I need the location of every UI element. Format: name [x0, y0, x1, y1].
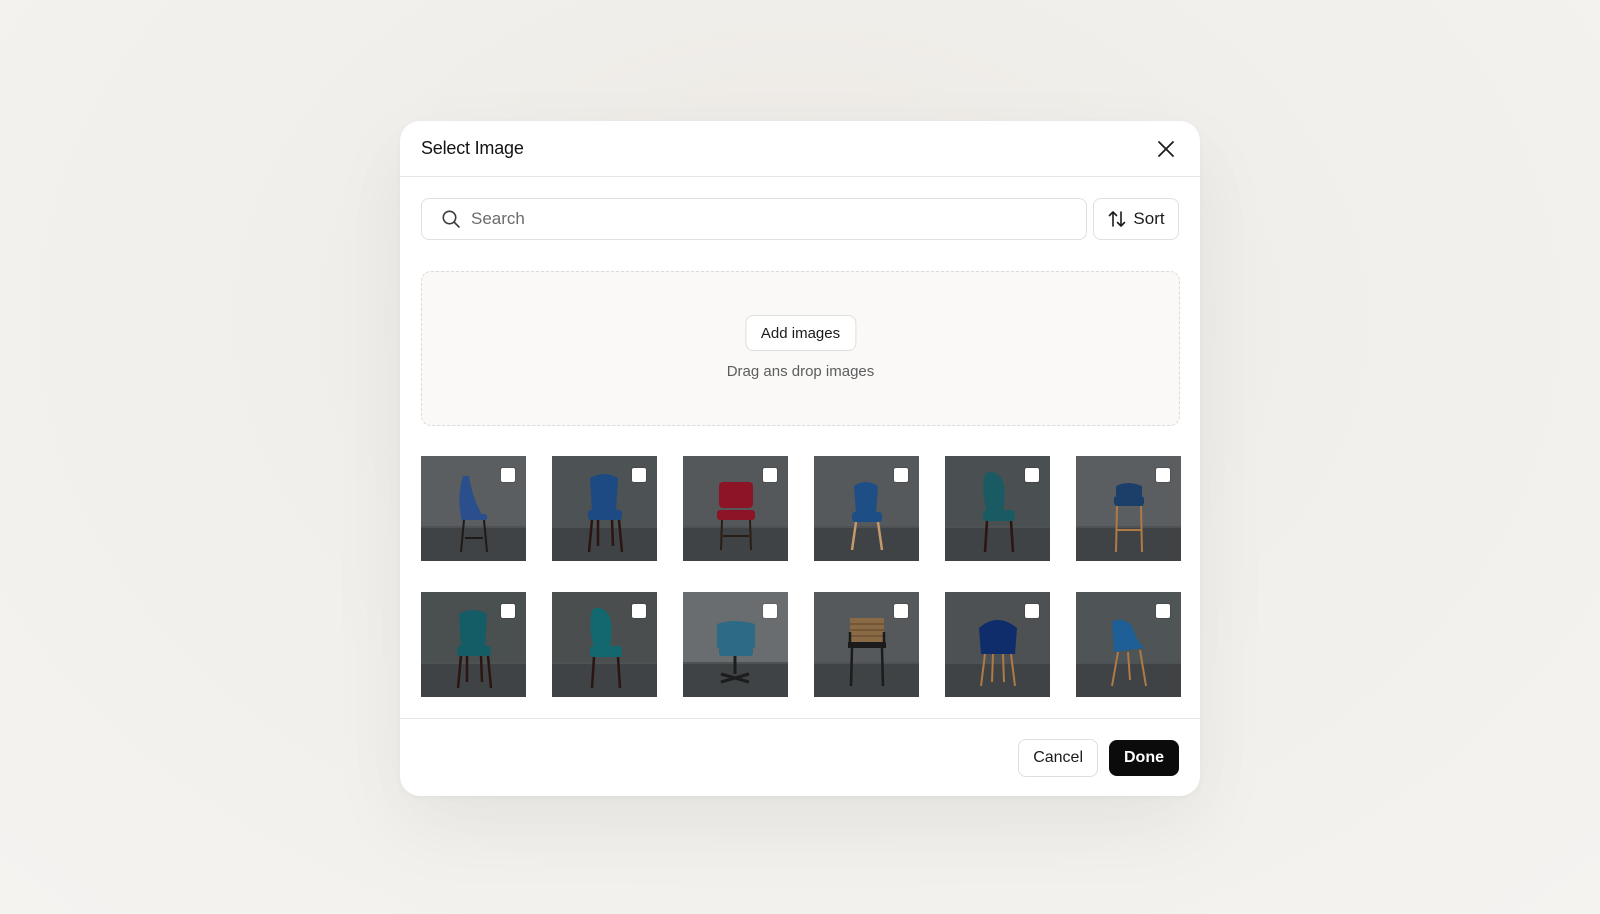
- add-images-button[interactable]: Add images: [744, 315, 857, 351]
- sort-label: Sort: [1133, 209, 1165, 228]
- dialog-header: Select Image: [400, 121, 1200, 177]
- image-thumbnail[interactable]: [814, 456, 919, 561]
- drop-hint: Drag ans drop images: [726, 363, 875, 380]
- image-grid: [421, 456, 1181, 697]
- close-icon: [1158, 140, 1174, 157]
- image-thumbnail[interactable]: [1076, 592, 1181, 697]
- search-input[interactable]: [469, 208, 1072, 230]
- select-checkbox[interactable]: [1025, 468, 1039, 482]
- select-checkbox[interactable]: [501, 604, 515, 618]
- sort-arrows-icon: [1109, 211, 1126, 227]
- select-checkbox[interactable]: [1156, 468, 1170, 482]
- image-thumbnail[interactable]: [683, 456, 788, 561]
- dialog-footer: Cancel Done: [400, 718, 1200, 796]
- select-checkbox[interactable]: [1025, 604, 1039, 618]
- dialog-title: Select Image: [421, 138, 524, 158]
- select-checkbox[interactable]: [763, 468, 777, 482]
- toolbar: Sort: [421, 198, 1179, 240]
- image-thumbnail[interactable]: [421, 592, 526, 697]
- search-icon: [442, 210, 460, 228]
- sort-button[interactable]: Sort: [1093, 198, 1179, 240]
- select-checkbox[interactable]: [763, 604, 777, 618]
- done-button[interactable]: Done: [1109, 739, 1179, 776]
- image-thumbnail[interactable]: [945, 456, 1050, 561]
- select-checkbox[interactable]: [632, 468, 646, 482]
- select-checkbox[interactable]: [894, 604, 908, 618]
- image-thumbnail[interactable]: [945, 592, 1050, 697]
- image-thumbnail[interactable]: [552, 592, 657, 697]
- image-thumbnail[interactable]: [552, 456, 657, 561]
- select-checkbox[interactable]: [501, 468, 515, 482]
- image-thumbnail[interactable]: [683, 592, 788, 697]
- select-checkbox[interactable]: [632, 604, 646, 618]
- search-box[interactable]: [421, 198, 1087, 240]
- cancel-button[interactable]: Cancel: [1018, 738, 1098, 777]
- close-button[interactable]: [1152, 135, 1180, 163]
- image-thumbnail[interactable]: [421, 456, 526, 561]
- select-checkbox[interactable]: [1156, 604, 1170, 618]
- select-checkbox[interactable]: [894, 468, 908, 482]
- image-thumbnail[interactable]: [814, 592, 919, 697]
- image-thumbnail[interactable]: [1076, 456, 1181, 561]
- select-image-dialog: Select Image Sort Add images Drag ans dr…: [400, 121, 1200, 796]
- image-dropzone[interactable]: Add images Drag ans drop images: [421, 271, 1180, 426]
